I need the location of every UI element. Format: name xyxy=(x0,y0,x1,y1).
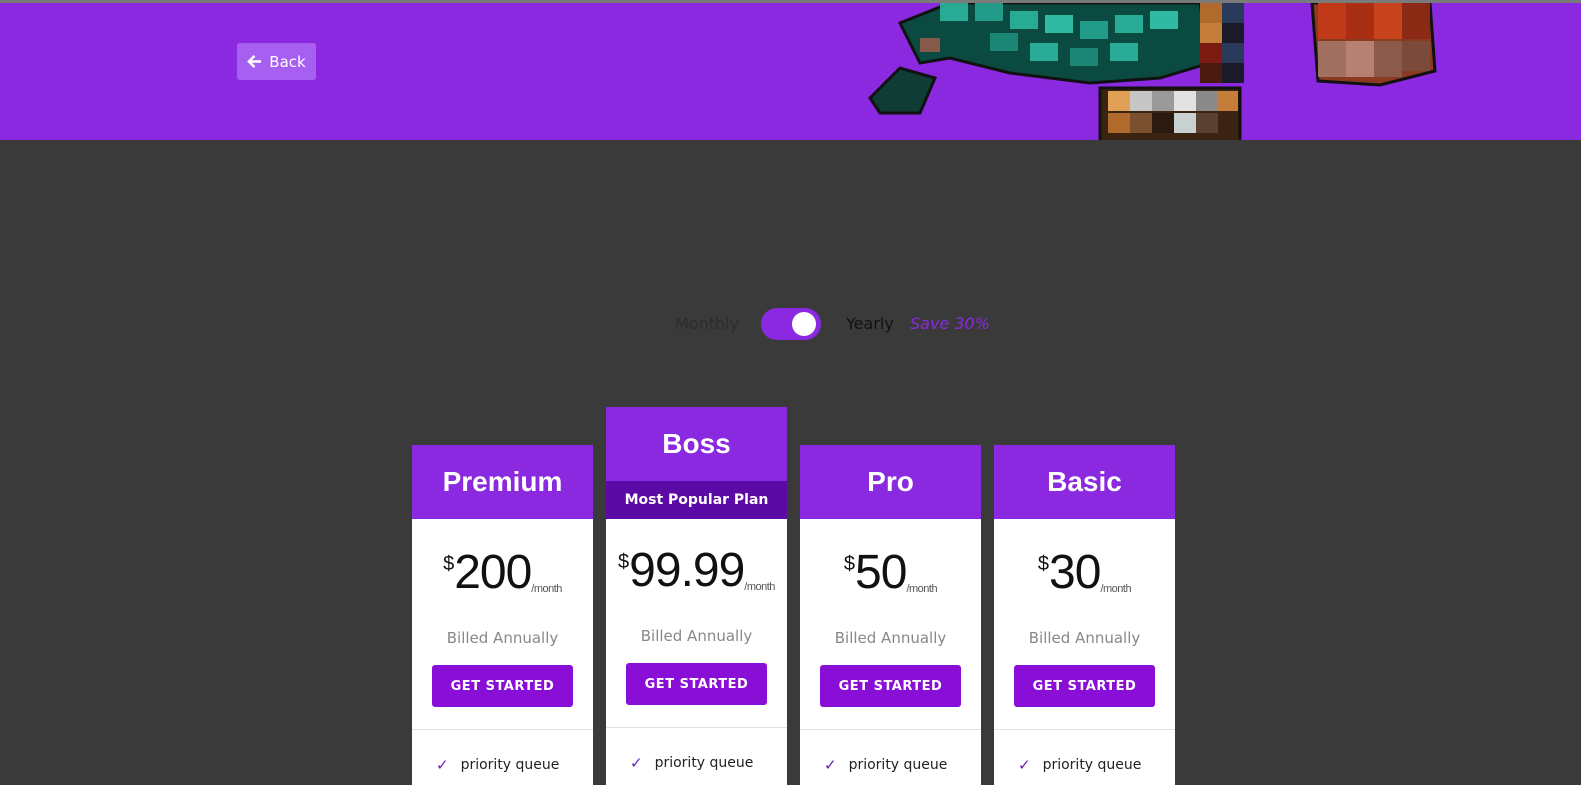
billing-note: Billed Annually xyxy=(834,629,947,647)
billing-period-toggle[interactable] xyxy=(761,308,821,340)
plan-name: Premium xyxy=(412,445,593,519)
billing-note: Billed Annually xyxy=(1028,629,1141,647)
price-amount: 30 xyxy=(1049,546,1101,599)
check-icon: ✓ xyxy=(824,756,837,774)
most-popular-badge: Most Popular Plan xyxy=(606,481,787,519)
billing-toggle-row: Monthly Yearly Save 30% xyxy=(0,304,1581,344)
feature-item: ✓ priority queue xyxy=(606,728,787,772)
feature-item: ✓ priority queue xyxy=(800,730,981,774)
feature-label: priority queue xyxy=(460,757,560,773)
hero-banner: Back xyxy=(0,3,1581,140)
price-period: /month xyxy=(906,583,938,595)
feature-label: priority queue xyxy=(848,757,948,773)
price-amount: 200 xyxy=(454,546,532,599)
plan-name: Boss xyxy=(606,407,787,481)
toggle-knob xyxy=(792,312,816,336)
back-button[interactable]: Back xyxy=(237,43,316,80)
currency-symbol: $ xyxy=(443,553,455,575)
get-started-button[interactable]: GET STARTED xyxy=(820,665,961,707)
price-amount: 99.99 xyxy=(629,544,745,597)
currency-symbol: $ xyxy=(1037,553,1050,575)
feature-label: priority queue xyxy=(654,755,754,771)
arrow-left-icon xyxy=(247,55,262,68)
plan-price: $ 200 /month xyxy=(412,547,593,601)
price-period: /month xyxy=(1100,583,1132,595)
plan-name: Pro xyxy=(800,445,981,519)
plan-name: Basic xyxy=(994,445,1175,519)
currency-symbol: $ xyxy=(843,553,856,575)
currency-symbol: $ xyxy=(618,551,630,573)
check-icon: ✓ xyxy=(436,756,449,774)
plan-card-premium: Premium $ 200 /month Billed Annually GET… xyxy=(412,445,593,785)
yearly-label[interactable]: Yearly xyxy=(846,314,894,333)
get-started-button[interactable]: GET STARTED xyxy=(1014,665,1155,707)
billing-note: Billed Annually xyxy=(446,629,559,647)
billing-note: Billed Annually xyxy=(640,627,753,645)
feature-item: ✓ priority queue xyxy=(412,730,593,774)
get-started-button[interactable]: GET STARTED xyxy=(432,665,573,707)
price-period: /month xyxy=(744,581,775,593)
plan-price: $ 30 /month xyxy=(994,547,1175,601)
plan-price: $ 50 /month xyxy=(800,547,981,601)
plan-price: $ 99.99 /month xyxy=(606,545,787,599)
minecraft-character-art xyxy=(868,3,1437,140)
plan-card-boss: Boss Most Popular Plan $ 99.99 /month Bi… xyxy=(606,407,787,785)
check-icon: ✓ xyxy=(1018,756,1031,774)
plan-card-basic: Basic $ 30 /month Billed Annually GET ST… xyxy=(994,445,1175,785)
save-badge: Save 30% xyxy=(910,314,990,333)
check-icon: ✓ xyxy=(630,754,643,772)
price-amount: 50 xyxy=(855,546,907,599)
monthly-label[interactable]: Monthly xyxy=(675,314,739,333)
price-period: /month xyxy=(531,583,562,595)
get-started-button[interactable]: GET STARTED xyxy=(626,663,767,705)
feature-item: ✓ priority queue xyxy=(994,730,1175,774)
back-button-label: Back xyxy=(269,52,306,71)
feature-label: priority queue xyxy=(1042,757,1142,773)
plan-card-pro: Pro $ 50 /month Billed Annually GET STAR… xyxy=(800,445,981,785)
